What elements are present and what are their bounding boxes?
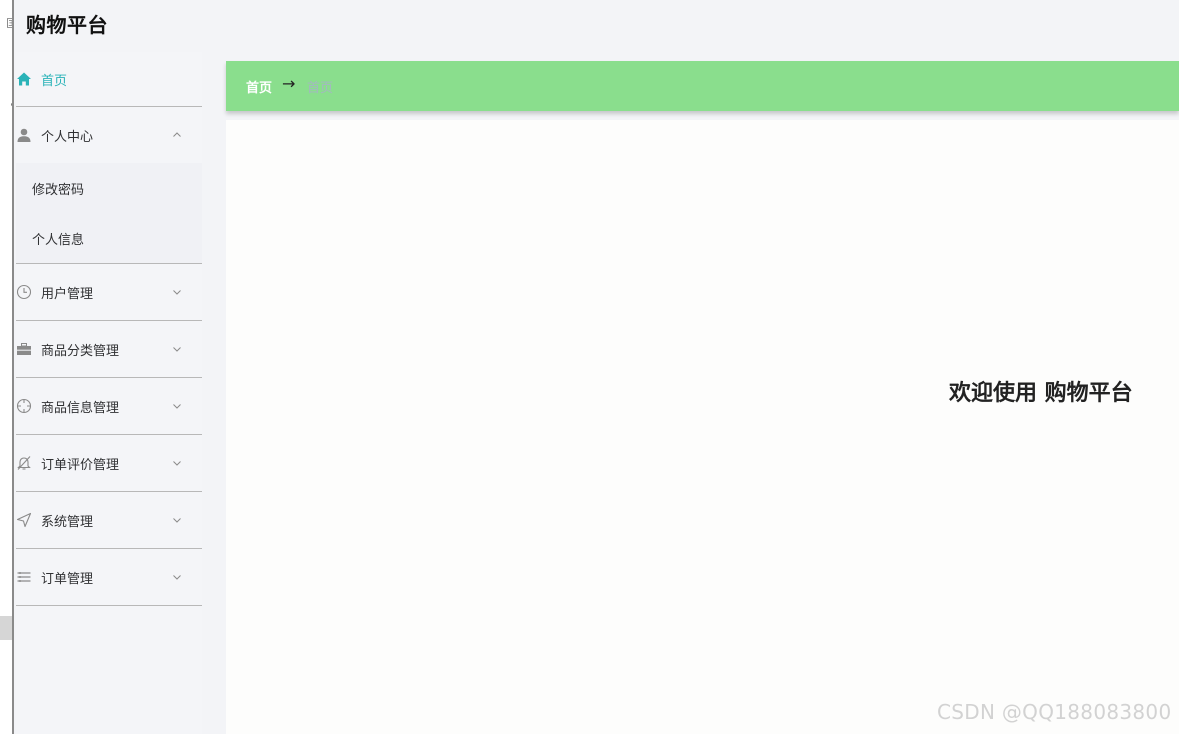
sidebar-item-product-management[interactable]: 商品信息管理 <box>16 378 202 435</box>
sidebar-item-label: 用户管理 <box>41 286 94 302</box>
sidebar-item-home[interactable]: 首页 <box>16 52 202 107</box>
main-content: 欢迎使用 购物平台 <box>226 120 1179 734</box>
sidebar-item-review-management[interactable]: 订单评价管理 <box>16 435 202 492</box>
app-title: 购物平台 <box>26 13 108 37</box>
sidebar-item-label: 个人中心 <box>41 129 94 145</box>
sidebar-menu: 首页 个人中心 修改密码 个人信息 用户管理 商品分类管理 商品信息管理 订单评… <box>16 52 202 734</box>
sidebar-item-label: 商品信息管理 <box>41 400 120 416</box>
sidebar-item-label: 商品分类管理 <box>41 343 120 359</box>
sidebar-item-category-management[interactable]: 商品分类管理 <box>16 321 202 378</box>
breadcrumb-home-link[interactable]: 首页 <box>246 77 272 96</box>
sidebar-subitem-label: 修改密码 <box>32 182 85 198</box>
navigation-icon <box>16 512 32 528</box>
sidebar-item-label: 系统管理 <box>41 514 94 530</box>
sidebar-item-label: 订单管理 <box>41 571 94 587</box>
watermark: CSDN @QQ188083800 <box>937 700 1172 724</box>
user-icon <box>16 127 32 143</box>
chevron-down-icon <box>171 400 183 412</box>
sidebar-item-label: 订单评价管理 <box>41 457 120 473</box>
breadcrumb-arrow-icon: → <box>282 74 296 93</box>
sidebar-item-user-management[interactable]: 用户管理 <box>16 264 202 321</box>
chevron-down-icon <box>171 457 183 469</box>
chevron-down-icon <box>171 343 183 355</box>
sidebar-item-system-management[interactable]: 系统管理 <box>16 492 202 549</box>
edge-scroll-block[interactable] <box>0 616 12 640</box>
top-bar: 购物平台 <box>16 0 1179 52</box>
home-icon <box>16 71 32 87</box>
breadcrumb: 首页 → 首页 <box>226 61 1179 111</box>
sidebar-subitem-personal-info[interactable]: 个人信息 <box>16 213 202 263</box>
chevron-down-icon <box>171 286 183 298</box>
page: 匡 购物平台 首页 个人中心 <box>0 0 1179 734</box>
crosshair-icon <box>16 398 32 414</box>
chevron-down-icon <box>171 514 183 526</box>
left-edge-strip: 匡 <box>0 0 14 734</box>
sidebar-item-personal-center[interactable]: 个人中心 <box>16 107 202 163</box>
breadcrumb-current: 首页 <box>307 80 334 96</box>
sidebar-subitem-label: 个人信息 <box>32 232 85 248</box>
chevron-down-icon <box>171 571 183 583</box>
list-icon <box>16 569 32 585</box>
edge-dot <box>11 103 12 106</box>
sidebar-item-label: 首页 <box>41 73 68 89</box>
bell-off-icon <box>16 455 32 471</box>
chevron-up-icon <box>171 129 183 141</box>
briefcase-icon <box>16 341 32 357</box>
clock-icon <box>16 284 32 300</box>
edge-glyph: 匡 <box>6 18 12 30</box>
sidebar-subitem-change-password[interactable]: 修改密码 <box>16 163 202 213</box>
welcome-heading: 欢迎使用 购物平台 <box>949 381 1133 406</box>
sidebar-submenu-personal: 个人中心 修改密码 个人信息 <box>16 107 202 264</box>
sidebar-item-order-management[interactable]: 订单管理 <box>16 549 202 606</box>
